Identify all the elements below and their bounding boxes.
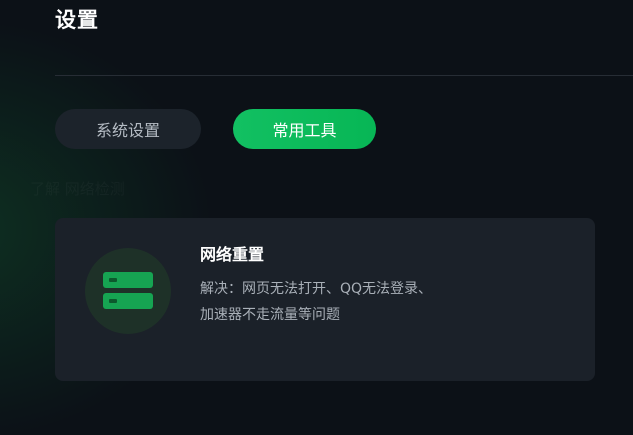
tool-icon-container	[85, 248, 171, 334]
tool-description: 解决：网页无法打开、QQ无法登录、加速器不走流量等问题	[200, 281, 433, 323]
page-title: 设置	[55, 8, 99, 32]
tool-card-network-reset[interactable]: 网络重置 解决：网页无法打开、QQ无法登录、加速器不走流量等问题	[55, 218, 595, 381]
tab-common-tools[interactable]: 常用工具	[233, 109, 376, 149]
tab-system-settings[interactable]: 系统设置	[55, 109, 201, 149]
server-icon	[103, 272, 153, 309]
header-divider	[55, 75, 633, 76]
background-faint-text: 了解 网络检测	[30, 178, 125, 199]
tool-title: 网络重置	[200, 245, 265, 264]
